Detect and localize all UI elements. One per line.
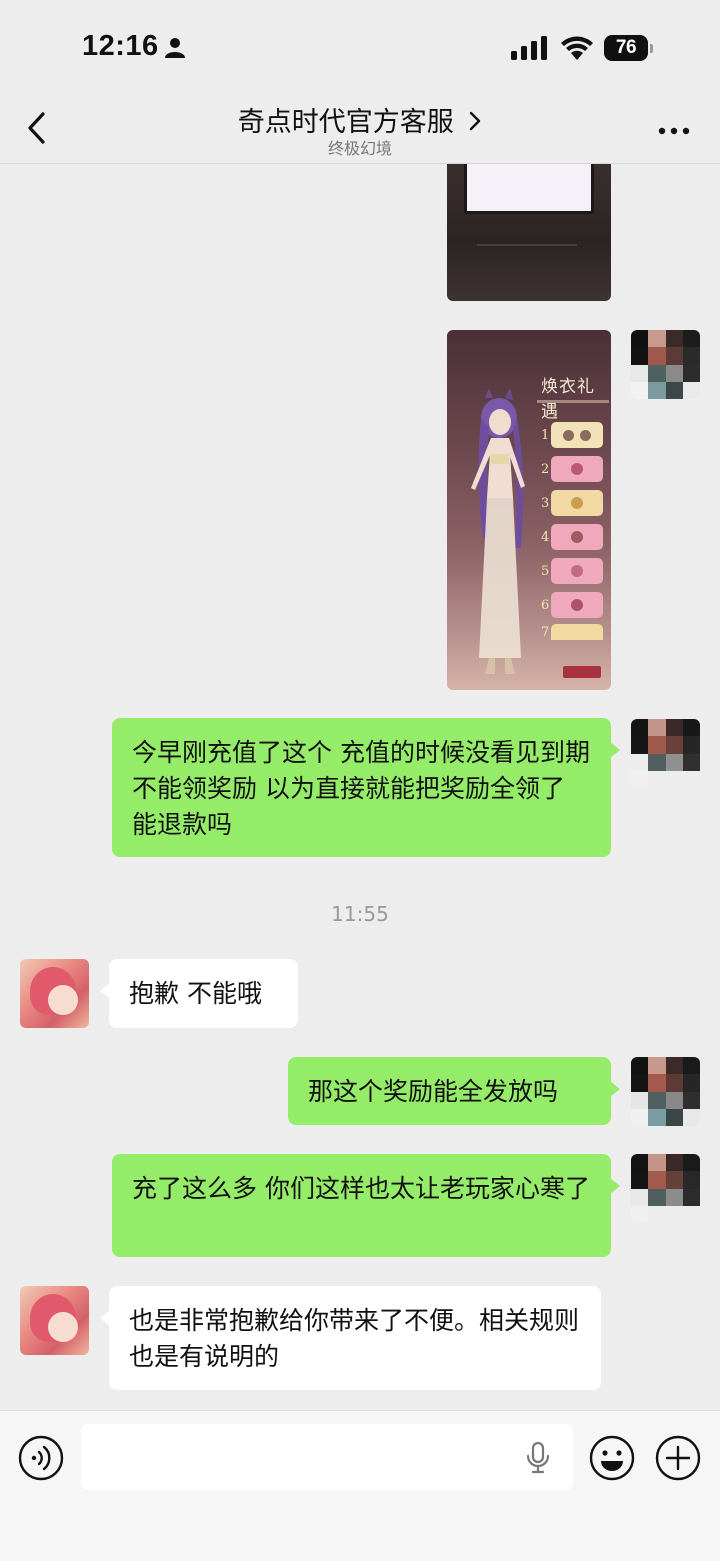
reward-list: 1 2 3 4 5 6 7 <box>541 418 603 642</box>
chat-title-button[interactable]: 奇点时代官方客服 <box>0 100 720 139</box>
promo-image-message[interactable]: 焕衣礼遇 1 2 3 4 5 6 7 <box>447 330 611 690</box>
message-timestamp: 11:55 <box>331 902 389 926</box>
promo-title: 焕衣礼遇 <box>541 377 595 422</box>
image-message[interactable] <box>447 164 611 301</box>
message-text: 那这个奖励能全发放吗 <box>308 1077 559 1106</box>
step-number: 2 <box>541 461 550 477</box>
chat-header: 奇点时代官方客服 终极幻境 <box>0 90 720 164</box>
message-text: 抱歉 不能哦 <box>129 979 262 1008</box>
emoji-icon[interactable] <box>589 1435 635 1485</box>
add-attachment-icon[interactable] <box>655 1435 701 1485</box>
message-list[interactable]: 焕衣礼遇 1 2 3 4 5 6 7 今早刚充值了这个 充值的时候没看见到期不能… <box>0 164 720 1410</box>
message-text: 也是非常抱歉给你带来了不便。相关规则也是有说明的 <box>129 1306 580 1371</box>
my-message-bubble[interactable]: 充了这么多 你们这样也太让老玩家心寒了 <box>112 1154 620 1257</box>
person-icon <box>164 37 186 63</box>
my-avatar[interactable] <box>631 330 700 399</box>
more-options-icon[interactable] <box>658 120 690 139</box>
service-avatar[interactable] <box>20 1286 89 1355</box>
my-avatar[interactable] <box>631 1154 700 1223</box>
message-text: 今早刚充值了这个 充值的时候没看见到期不能领奖励 以为直接就能把奖励全领了 能退… <box>132 738 590 839</box>
input-bar <box>0 1410 720 1561</box>
step-number: 1 <box>541 427 550 443</box>
status-time: 12:16 <box>82 30 159 62</box>
my-message-bubble[interactable]: 那这个奖励能全发放吗 <box>288 1057 620 1125</box>
reward-card <box>551 422 603 448</box>
my-message-bubble[interactable]: 今早刚充值了这个 充值的时候没看见到期不能领奖励 以为直接就能把奖励全领了 能退… <box>112 718 620 857</box>
message-text: 充了这么多 你们这样也太让老玩家心寒了 <box>132 1174 590 1203</box>
reward-card <box>551 490 603 516</box>
reward-card <box>551 456 603 482</box>
my-avatar[interactable] <box>631 719 700 788</box>
cellular-signal-icon <box>511 36 549 64</box>
chat-subtitle: 终极幻境 <box>327 139 392 158</box>
reward-card <box>551 624 603 640</box>
my-avatar[interactable] <box>631 1057 700 1126</box>
wifi-icon <box>560 33 594 65</box>
service-message-bubble[interactable]: 抱歉 不能哦 <box>100 959 298 1028</box>
step-number: 6 <box>541 597 550 613</box>
reward-card <box>551 524 603 550</box>
reward-card <box>551 558 603 584</box>
step-number: 5 <box>541 563 550 579</box>
chat-title: 奇点时代官方客服 <box>237 107 454 138</box>
character-figure <box>455 388 537 678</box>
step-number: 4 <box>541 529 550 545</box>
service-message-bubble[interactable]: 也是非常抱歉给你带来了不便。相关规则也是有说明的 <box>100 1286 601 1390</box>
service-avatar[interactable] <box>20 959 89 1028</box>
message-input[interactable] <box>81 1424 573 1490</box>
step-number: 3 <box>541 495 550 511</box>
battery-icon: 76 <box>604 35 653 61</box>
microphone-icon[interactable] <box>525 1441 551 1478</box>
status-bar: 12:16 76 <box>0 0 720 90</box>
voice-input-icon[interactable] <box>18 1435 64 1485</box>
step-number: 7 <box>541 624 550 640</box>
reward-card <box>551 592 603 618</box>
